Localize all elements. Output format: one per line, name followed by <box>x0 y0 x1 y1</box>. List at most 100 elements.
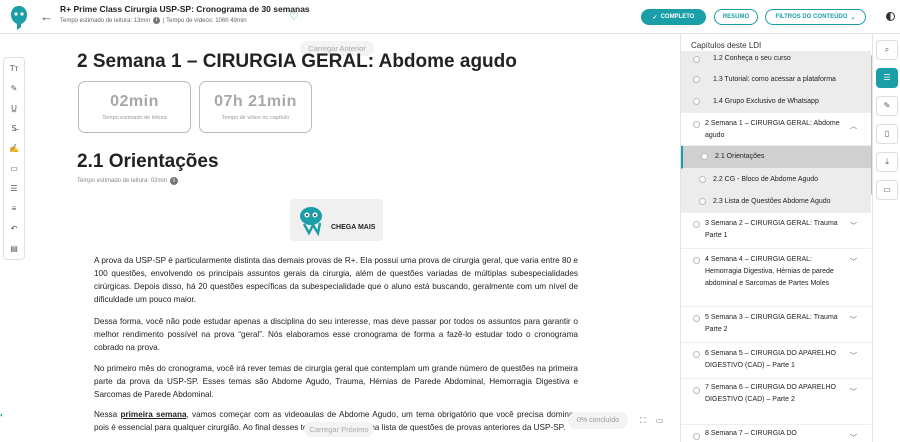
load-next-button[interactable]: Carregar Próximo <box>304 422 374 437</box>
chapter-item[interactable]: 7 Semana 6 – CIRURGIA DO APARELHO DIGEST… <box>681 379 871 425</box>
left-toolbar: Tт ✎ U̲ S̶ ✍ ▭ ☰ ≡ ↶ ▤ <box>3 57 25 260</box>
chevron-up-icon[interactable]: ︿ <box>850 121 857 131</box>
section-title: 2.1 Orientações <box>77 151 219 172</box>
status-circle-icon[interactable] <box>693 315 700 322</box>
status-circle-icon[interactable] <box>701 153 708 160</box>
chapter-item-label: 1.2 Conheça o seu curso <box>713 55 791 62</box>
paragraph: Dessa forma, você não pode estudar apena… <box>94 317 578 352</box>
video-time-text: | Tempo de vídeos: 106h 49min <box>163 17 247 24</box>
status-circle-icon[interactable] <box>699 198 706 205</box>
document-icon[interactable]: ▤ <box>4 244 24 253</box>
resumo-button-label: RESUMO <box>722 14 750 20</box>
chapter-item-label: 2.3 Lista de Questões Abdome Agudo <box>713 198 831 205</box>
download-icon[interactable]: ⤓ <box>876 152 898 172</box>
chapter-item[interactable]: 1.4 Grupo Exclusivo de Whatsapp <box>681 91 871 113</box>
read-time-value: 02min <box>110 93 159 110</box>
chevron-down-icon[interactable]: ﹀ <box>850 387 857 397</box>
back-arrow-icon[interactable]: ← <box>40 9 53 24</box>
complete-button-label: COMPLETO <box>660 14 695 20</box>
video-time-value: 07h 21min <box>214 93 297 110</box>
paragraph-text: Nessa <box>94 410 121 419</box>
status-circle-icon[interactable] <box>693 257 700 264</box>
chapter-item-label: 1.4 Grupo Exclusivo de Whatsapp <box>713 98 819 105</box>
bookmark-icon[interactable]: ▯ <box>876 124 898 144</box>
chapter-item-active[interactable]: 2.1 Orientações <box>681 146 871 169</box>
chapter-item-label: 2.1 Orientações <box>715 153 765 160</box>
chapter-item[interactable]: 1.3 Tutorial: como acessar a plataforma <box>681 69 871 91</box>
text-size-icon[interactable]: Tт <box>4 64 24 73</box>
annotations-icon[interactable]: ✎ <box>876 96 898 116</box>
chapter-item[interactable]: 4 Semana 4 – CIRURGIA GERAL: Hemorragia … <box>681 249 871 307</box>
accessibility-icon[interactable]: ◐ <box>0 412 9 426</box>
status-circle-icon[interactable] <box>693 121 700 128</box>
indent-icon[interactable]: ☰ <box>4 184 24 193</box>
chapter-item-label: 6 Semana 5 – CIRURGIA DO APARELHO DIGEST… <box>705 350 836 369</box>
chapter-item-label: 3 Semana 2 – CIRURGIA GERAL: Trauma Part… <box>705 220 838 239</box>
reader-mode-icon[interactable]: ▭ <box>656 416 664 425</box>
chapter-item[interactable]: 5 Semana 3 – CIRURGIA GERAL: Trauma Part… <box>681 307 871 343</box>
edit-note-icon[interactable]: ✍ <box>4 144 24 153</box>
favorite-heart-icon[interactable]: ♡ <box>289 10 299 23</box>
paragraph: No primeiro mês do cronograma, você irá … <box>94 364 578 399</box>
status-circle-icon[interactable] <box>693 98 700 105</box>
check-icon: ✓ <box>652 14 658 21</box>
section-read-time-text: Tempo estimado de leitura: 02min <box>77 178 168 184</box>
video-time-label: Tempo de vídeo no capítulo <box>221 115 290 121</box>
read-time-text: Tempo estimado de leitura: 13min <box>60 17 151 24</box>
fullscreen-icon[interactable]: ⛶ <box>640 416 646 425</box>
resumo-button[interactable]: RESUMO <box>714 9 758 25</box>
status-circle-icon[interactable] <box>693 387 700 394</box>
status-circle-icon[interactable] <box>699 176 706 183</box>
status-circle-icon[interactable] <box>693 433 700 440</box>
chapter-item-label: 2 Semana 1 – CIRURGIA GERAL: Abdome agud… <box>705 120 840 139</box>
chevron-down-icon[interactable]: ﹀ <box>850 433 857 442</box>
status-circle-icon[interactable] <box>693 351 700 358</box>
course-meta: Tempo estimado de leitura: 13min i | Tem… <box>60 17 247 24</box>
chapters-list-icon[interactable]: ☰ <box>876 68 898 88</box>
complete-button[interactable]: ✓ COMPLETO <box>641 9 706 25</box>
chapter-item-expanded[interactable]: 2 Semana 1 – CIRURGIA GERAL: Abdome agud… <box>681 113 871 146</box>
logo-icon <box>11 6 27 30</box>
status-circle-icon[interactable] <box>693 221 700 228</box>
chevron-down-icon[interactable]: ﹀ <box>850 315 857 325</box>
video-time-card: 07h 21min Tempo de vídeo no capítulo <box>199 81 312 133</box>
chapters-panel: Capítulos deste LDI 1.2 Conheça o seu cu… <box>680 34 872 442</box>
underline-icon[interactable]: U̲ <box>4 104 24 113</box>
read-time-label: Tempo estimado de leitura <box>102 115 167 121</box>
chapter-item-label: 4 Semana 4 – CIRURGIA GERAL: Hemorragia … <box>705 256 834 287</box>
chapter-item[interactable]: 3 Semana 2 – CIRURGIA GERAL: Trauma Part… <box>681 213 871 249</box>
info-icon[interactable]: i <box>153 17 161 24</box>
paragraph-bold-link[interactable]: primeira semana <box>120 410 186 419</box>
chapter-item[interactable]: 2.2 CG - Bloco de Abdome Agudo <box>681 169 871 191</box>
chapter-item[interactable]: 1.2 Conheça o seu curso <box>681 51 871 69</box>
list-icon[interactable]: ≡ <box>4 204 24 213</box>
strikethrough-icon[interactable]: S̶ <box>4 124 24 133</box>
chevron-down-icon[interactable]: ﹀ <box>850 221 857 231</box>
search-icon[interactable]: ⌕ <box>876 40 898 60</box>
top-bar: ← R+ Prime Class Cirurgia USP-SP: Cronog… <box>0 0 900 34</box>
chapter-item[interactable]: 8 Semana 7 – CIRURGIA DO ﹀ <box>681 425 871 442</box>
undo-icon[interactable]: ↶ <box>4 224 24 233</box>
mascot-icon <box>300 207 322 237</box>
chapters-panel-title: Capítulos deste LDI <box>691 41 762 50</box>
read-time-card: 02min Tempo estimado de leitura <box>78 81 191 133</box>
banner-text: CHEGA MAIS <box>331 224 376 231</box>
highlighter-icon[interactable]: ✎ <box>4 84 24 93</box>
chapter-item[interactable]: 6 Semana 5 – CIRURGIA DO APARELHO DIGEST… <box>681 343 871 379</box>
contrast-toggle-icon[interactable] <box>886 12 895 21</box>
chapter-item-label: 5 Semana 3 – CIRURGIA GERAL: Trauma Part… <box>705 314 838 333</box>
chapter-item-label: 1.3 Tutorial: como acessar a plataforma <box>713 76 836 83</box>
chevron-down-icon[interactable]: ﹀ <box>850 351 857 361</box>
filtros-dropdown[interactable]: FILTROS DO CONTEÚDO ⌄ <box>765 9 866 25</box>
info-icon[interactable]: i <box>170 177 179 185</box>
paragraph: A prova da USP-SP é particularmente dist… <box>94 256 578 304</box>
status-circle-icon[interactable] <box>693 76 700 83</box>
comment-icon[interactable]: ▭ <box>4 164 24 173</box>
chevron-down-icon[interactable]: ﹀ <box>850 257 857 267</box>
bottom-controls: ⛶ ▭ <box>640 416 663 426</box>
chat-icon[interactable]: ▭ <box>876 180 898 200</box>
filtros-dropdown-label: FILTROS DO CONTEÚDO <box>775 14 848 20</box>
status-circle-icon[interactable] <box>693 56 700 63</box>
chega-mais-banner: CHEGA MAIS <box>290 199 383 241</box>
chapter-item[interactable]: 2.3 Lista de Questões Abdome Agudo <box>681 191 871 213</box>
